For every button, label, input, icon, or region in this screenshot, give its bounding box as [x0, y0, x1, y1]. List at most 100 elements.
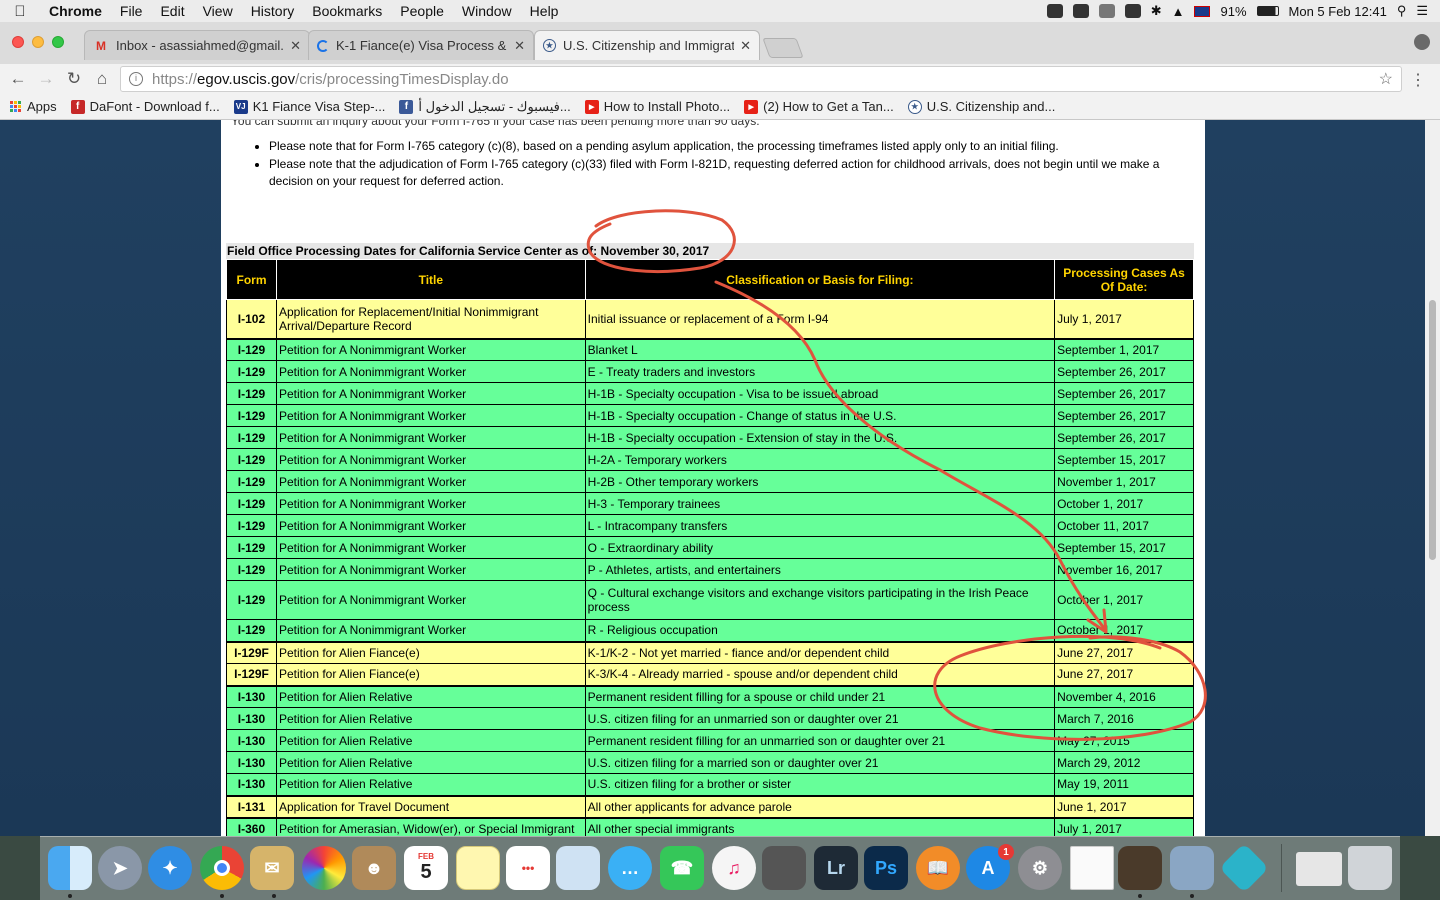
- bookmark-star-icon[interactable]: ☆: [1379, 69, 1393, 89]
- chrome-icon[interactable]: [200, 846, 244, 890]
- menu-edit[interactable]: Edit: [151, 3, 193, 19]
- spotlight-search-icon[interactable]: ⚲: [1397, 3, 1407, 19]
- bookmark-apps[interactable]: Apps: [10, 99, 57, 114]
- notes-list: Please note that for Form I-765 category…: [269, 138, 1179, 191]
- home-icon[interactable]: ⌂: [88, 69, 116, 89]
- browser-toolbar: ← → ↻ ⌂ i https://egov.uscis.gov/cris/pr…: [0, 64, 1440, 94]
- time-machine-icon[interactable]: [1124, 4, 1141, 18]
- gmail-status-icon[interactable]: [1072, 4, 1089, 18]
- table-row: I-131 Application for Travel Document Al…: [226, 794, 1194, 818]
- close-tab-icon[interactable]: ✕: [290, 38, 301, 54]
- clock[interactable]: Mon 5 Feb 12:41: [1289, 4, 1387, 19]
- bluetooth-icon[interactable]: ✱: [1151, 3, 1162, 19]
- cell-classification: U.S. citizen filing for a brother or sis…: [584, 773, 1056, 796]
- wifi-icon[interactable]: ▲: [1172, 4, 1185, 19]
- tab-title: K-1 Fiance(e) Visa Process & Processing: [336, 38, 508, 53]
- adobe-icon[interactable]: [1046, 4, 1063, 18]
- photoshop-icon[interactable]: Ps: [864, 846, 908, 890]
- running-indicator: [272, 894, 276, 898]
- cell-date: July 1, 2017: [1054, 299, 1194, 339]
- zoom-window-button[interactable]: [52, 36, 64, 48]
- table-row: I-129 Petition for A Nonimmigrant Worker…: [226, 404, 1194, 427]
- bookmark-install-photo[interactable]: ▶ How to Install Photo...: [584, 99, 730, 114]
- header-classification: Classification or Basis for Filing:: [584, 259, 1056, 300]
- menu-people[interactable]: People: [391, 3, 453, 19]
- calendar-icon[interactable]: FEB 5: [404, 846, 448, 890]
- folder-icon[interactable]: [1296, 852, 1342, 886]
- bookmark-k1-fiance[interactable]: VJ K1 Fiance Visa Step-...: [233, 99, 385, 114]
- tab-k1-visa[interactable]: K-1 Fiance(e) Visa Process & Processing …: [308, 30, 534, 60]
- forward-icon[interactable]: →: [32, 69, 60, 89]
- table-row: I-129 Petition for A Nonimmigrant Worker…: [226, 536, 1194, 559]
- menu-help[interactable]: Help: [521, 3, 568, 19]
- image-capture-icon[interactable]: [1170, 846, 1214, 890]
- cell-classification: E - Treaty traders and investors: [584, 360, 1056, 383]
- cell-title: Petition for A Nonimmigrant Worker: [275, 558, 586, 581]
- document-icon[interactable]: [1070, 846, 1114, 890]
- cell-classification: Permanent resident filling for a spouse …: [584, 684, 1056, 708]
- tab-uscis[interactable]: ★ U.S. Citizenship and Immigration Servi…: [534, 30, 760, 60]
- info-icon[interactable]: i: [129, 72, 143, 86]
- running-indicator: [220, 894, 224, 898]
- battery-icon[interactable]: [1256, 6, 1279, 16]
- facetime-icon[interactable]: ☎: [660, 846, 704, 890]
- address-bar[interactable]: i https://egov.uscis.gov/cris/processing…: [120, 66, 1402, 92]
- menu-history[interactable]: History: [242, 3, 304, 19]
- reload-icon[interactable]: ↻: [60, 69, 88, 89]
- photo-booth-icon[interactable]: [762, 846, 806, 890]
- mail-stamp-icon[interactable]: ✉: [250, 846, 294, 890]
- gmail-icon: M: [96, 38, 106, 53]
- menu-bookmarks[interactable]: Bookmarks: [303, 3, 391, 19]
- ibooks-icon[interactable]: 📖: [916, 846, 960, 890]
- profile-icon[interactable]: [1414, 34, 1430, 50]
- table-row: I-130 Petition for Alien Relative Perman…: [226, 729, 1194, 752]
- itunes-icon[interactable]: ♫: [712, 846, 756, 890]
- menu-chrome[interactable]: Chrome: [40, 3, 111, 19]
- bookmarks-bar: Apps f DaFont - Download f... VJ K1 Fian…: [0, 94, 1440, 120]
- close-tab-icon[interactable]: ✕: [740, 38, 751, 54]
- cell-classification: H-2A - Temporary workers: [584, 448, 1056, 471]
- bookmark-facebook[interactable]: f فيسبوك - تسجيل الدخول أ...: [399, 99, 571, 115]
- preview-icon[interactable]: [556, 846, 600, 890]
- cell-date: September 1, 2017: [1054, 337, 1194, 361]
- cell-form: I-129: [226, 514, 277, 537]
- menu-view[interactable]: View: [194, 3, 242, 19]
- messages-icon[interactable]: …: [608, 846, 652, 890]
- photos-icon[interactable]: [302, 846, 346, 890]
- launchpad-icon[interactable]: ➤: [98, 846, 142, 890]
- new-tab-button[interactable]: [762, 38, 804, 58]
- bookmark-get-a-tan[interactable]: ▶ (2) How to Get a Tan...: [744, 99, 894, 114]
- safari-icon[interactable]: ✦: [148, 846, 192, 890]
- camera-icon[interactable]: [1118, 846, 1162, 890]
- contacts-icon[interactable]: ☻: [352, 846, 396, 890]
- cell-title: Petition for A Nonimmigrant Worker: [275, 619, 586, 642]
- trash-icon[interactable]: [1348, 846, 1392, 890]
- table-row: I-130 Petition for Alien Relative Perman…: [226, 684, 1194, 708]
- table-row: I-130 Petition for Alien Relative U.S. c…: [226, 751, 1194, 774]
- system-preferences-icon[interactable]: ⚙: [1018, 846, 1062, 890]
- menu-file[interactable]: File: [111, 3, 152, 19]
- cell-classification: R - Religious occupation: [584, 619, 1056, 642]
- apple-menu-icon[interactable]: : [0, 3, 40, 20]
- flag-icon[interactable]: [1194, 5, 1211, 17]
- back-icon[interactable]: ←: [4, 69, 32, 89]
- cell-title: Petition for A Nonimmigrant Worker: [275, 382, 586, 405]
- cell-title: Petition for Alien Relative: [275, 729, 586, 752]
- finder-icon[interactable]: [48, 846, 92, 890]
- minimize-window-button[interactable]: [32, 36, 44, 48]
- youtube-icon: ▶: [584, 99, 599, 114]
- lightroom-icon[interactable]: Lr: [814, 846, 858, 890]
- scrollbar-thumb[interactable]: [1429, 300, 1436, 560]
- close-window-button[interactable]: [12, 36, 24, 48]
- tab-gmail[interactable]: M Inbox - asassiahmed@gmail.com ✕: [84, 30, 310, 60]
- notification-center-icon[interactable]: ☰: [1416, 3, 1428, 19]
- page-scrollbar[interactable]: [1425, 120, 1440, 836]
- bookmark-dafont[interactable]: f DaFont - Download f...: [70, 99, 220, 114]
- notes-icon[interactable]: [456, 846, 500, 890]
- close-tab-icon[interactable]: ✕: [514, 38, 525, 54]
- sync-status-icon[interactable]: [1098, 4, 1115, 18]
- bookmark-uscis[interactable]: ★ U.S. Citizenship and...: [907, 99, 1055, 114]
- reminders-icon[interactable]: •••: [506, 846, 550, 890]
- chrome-menu-icon[interactable]: ⋮: [1410, 70, 1426, 90]
- menu-window[interactable]: Window: [453, 3, 521, 19]
